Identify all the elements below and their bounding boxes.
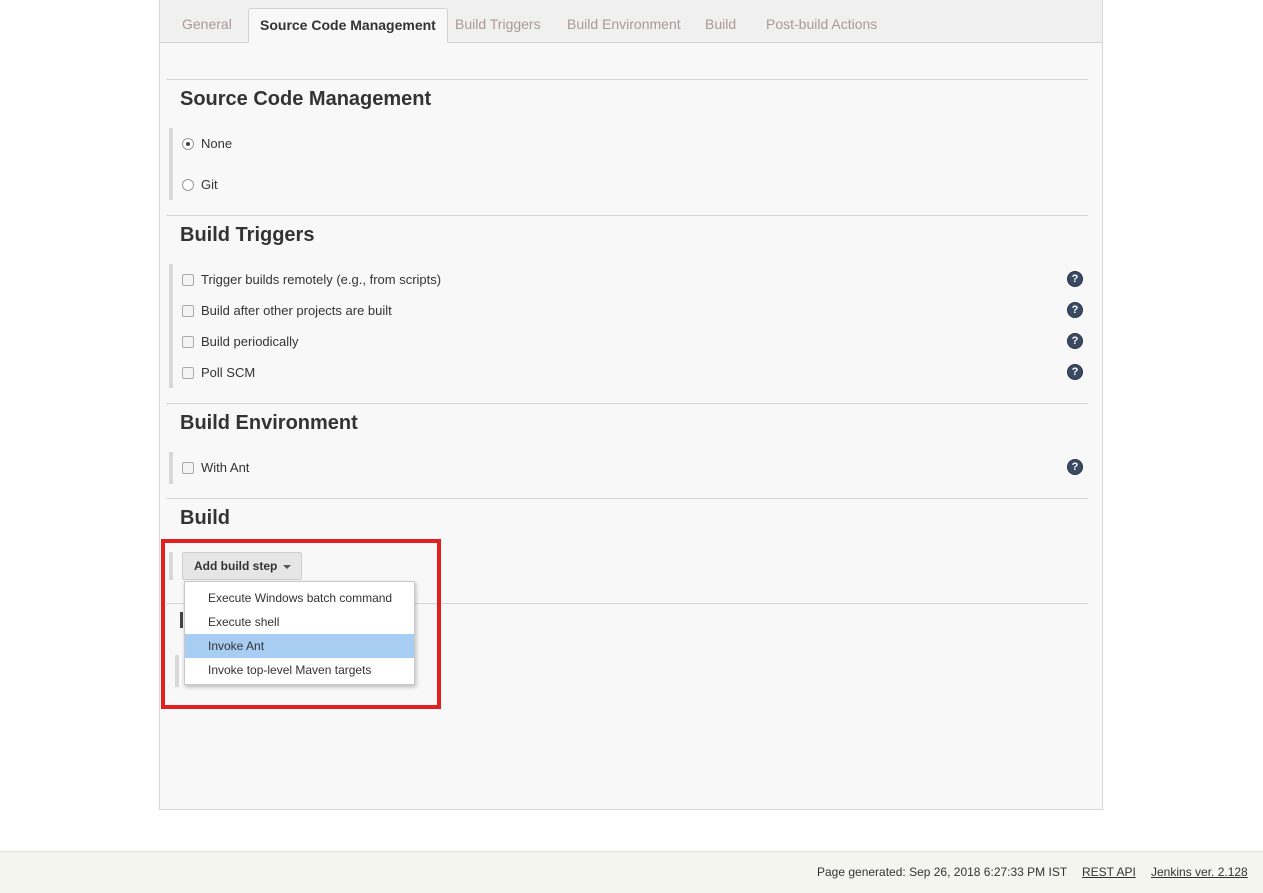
- section-divider: [166, 215, 1088, 216]
- scm-section-title: Source Code Management: [180, 88, 432, 110]
- help-icon[interactable]: ?: [1067, 333, 1083, 349]
- add-build-step-button[interactable]: Add build step: [182, 552, 302, 580]
- checkbox[interactable]: [182, 305, 194, 317]
- radio-button-checked[interactable]: [182, 138, 194, 150]
- trigger-label: Build after other projects are built: [201, 303, 392, 318]
- radio-button[interactable]: [182, 179, 194, 191]
- environment-gutter: [169, 452, 173, 484]
- help-icon[interactable]: ?: [1067, 364, 1083, 380]
- section-divider: [166, 498, 1088, 499]
- help-icon[interactable]: ?: [1067, 271, 1083, 287]
- menu-item-invoke-maven[interactable]: Invoke top-level Maven targets: [185, 658, 414, 682]
- post-build-title-fragment: [180, 612, 183, 628]
- config-tab-bar: General Source Code Management Build Tri…: [160, 0, 1102, 43]
- triggers-gutter: [169, 264, 173, 388]
- trigger-label: Trigger builds remotely (e.g., from scri…: [201, 272, 442, 287]
- job-config-panel: General Source Code Management Build Tri…: [159, 0, 1103, 810]
- build-step-dropdown-menu: Execute Windows batch command Execute sh…: [184, 581, 415, 685]
- caret-down-icon: [283, 565, 291, 569]
- trigger-label: Build periodically: [201, 334, 299, 349]
- help-icon[interactable]: ?: [1067, 302, 1083, 318]
- env-label: With Ant: [201, 460, 250, 475]
- post-build-gutter: [175, 655, 179, 687]
- add-build-step-label: Add build step: [194, 559, 278, 573]
- checkbox[interactable]: [182, 274, 194, 286]
- trigger-label: Poll SCM: [201, 365, 256, 380]
- section-divider: [166, 79, 1088, 80]
- tab-source-code-management[interactable]: Source Code Management: [248, 8, 448, 43]
- scm-option-label: None: [201, 136, 233, 151]
- checkbox[interactable]: [182, 367, 194, 379]
- tab-post-build-actions[interactable]: Post-build Actions: [766, 8, 877, 42]
- build-gutter: [169, 552, 173, 580]
- tab-build[interactable]: Build: [705, 8, 736, 42]
- scm-gutter: [169, 128, 173, 200]
- tab-build-triggers[interactable]: Build Triggers: [455, 8, 541, 42]
- checkbox[interactable]: [182, 462, 194, 474]
- build-section-title: Build: [180, 507, 230, 529]
- checkbox[interactable]: [182, 336, 194, 348]
- menu-item-execute-shell[interactable]: Execute shell: [185, 610, 414, 634]
- rest-api-link[interactable]: REST API: [1082, 865, 1136, 879]
- tab-general[interactable]: General: [182, 8, 232, 42]
- tab-build-environment[interactable]: Build Environment: [567, 8, 681, 42]
- menu-item-invoke-ant[interactable]: Invoke Ant: [185, 634, 414, 658]
- build-triggers-section-title: Build Triggers: [180, 224, 315, 246]
- section-divider: [166, 403, 1088, 404]
- jenkins-version-link[interactable]: Jenkins ver. 2.128: [1151, 865, 1248, 879]
- help-icon[interactable]: ?: [1067, 459, 1083, 475]
- page-generated-text: Page generated: Sep 26, 2018 6:27:33 PM …: [817, 865, 1068, 879]
- page-footer: Page generated: Sep 26, 2018 6:27:33 PM …: [0, 851, 1263, 893]
- scm-option-label: Git: [201, 177, 218, 192]
- menu-item-execute-windows-batch[interactable]: Execute Windows batch command: [185, 586, 414, 610]
- build-environment-section-title: Build Environment: [180, 412, 358, 434]
